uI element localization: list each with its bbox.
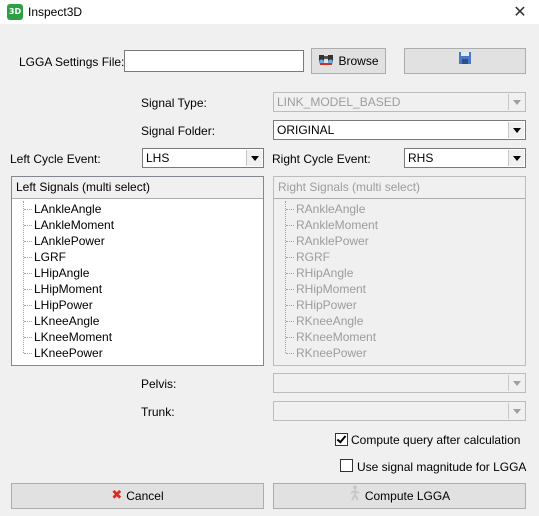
signal-type-value: LINK_MODEL_BASED — [277, 95, 401, 109]
trunk-label: Trunk: — [141, 405, 175, 419]
signal-folder-value: ORIGINAL — [277, 123, 335, 137]
title-bar: 3D Inspect3D ✕ — [0, 0, 539, 24]
left-signal-item[interactable]: LAnkleMoment — [12, 217, 263, 233]
compute-button[interactable]: Compute LGGA — [273, 483, 526, 509]
trunk-dropdown — [273, 401, 526, 421]
signal-type-dropdown: LINK_MODEL_BASED — [273, 92, 526, 112]
binoculars-icon — [318, 50, 334, 72]
floppy-disk-icon — [458, 50, 472, 72]
signal-type-label: Signal Type: — [141, 96, 207, 110]
left-cycle-dropdown[interactable]: LHS — [142, 148, 264, 168]
right-signals-tree: RAnkleAngle RAnkleMoment RAnklePower RGRF RH… — [274, 199, 525, 361]
cancel-label: Cancel — [126, 489, 164, 503]
chevron-down-icon — [508, 150, 524, 166]
pelvis-label: Pelvis: — [141, 377, 177, 391]
left-signals-tree: LAnkleAngle LAnkleMoment LAnklePower LGRF LH… — [12, 199, 263, 361]
signal-folder-dropdown[interactable]: ORIGINAL — [273, 120, 526, 140]
settings-file-label: LGGA Settings File: — [19, 55, 125, 69]
chevron-down-icon — [246, 150, 262, 166]
right-cycle-dropdown[interactable]: RHS — [404, 148, 526, 168]
left-signals-header: Left Signals (multi select) — [12, 177, 263, 199]
compute-label: Compute LGGA — [364, 489, 451, 503]
right-signal-item: RAnklePower — [274, 233, 525, 249]
left-signal-item[interactable]: LGRF — [12, 249, 263, 265]
pelvis-dropdown — [273, 373, 526, 393]
compute-query-checkbox[interactable] — [335, 433, 348, 446]
left-signal-item[interactable]: LHipMoment — [12, 281, 263, 297]
browse-label: Browse — [338, 54, 379, 68]
right-signal-item: RAnkleAngle — [274, 201, 525, 217]
right-signal-item: RHipPower — [274, 297, 525, 313]
left-signal-item[interactable]: LAnkleAngle — [12, 201, 263, 217]
browse-button[interactable]: Browse — [311, 48, 386, 74]
right-signal-item: RKneeAngle — [274, 313, 525, 329]
signal-magnitude-label: Use signal magnitude for LGGA — [357, 460, 527, 474]
chevron-down-icon — [508, 375, 524, 391]
left-signal-item[interactable]: LAnklePower — [12, 233, 263, 249]
chevron-down-icon — [508, 403, 524, 419]
left-cycle-value: LHS — [146, 151, 170, 165]
save-button[interactable] — [404, 48, 526, 74]
right-signal-item: RHipMoment — [274, 281, 525, 297]
cancel-x-icon: ✖ — [111, 488, 123, 503]
walking-figure-icon — [349, 485, 361, 508]
compute-query-label: Compute query after calculation — [351, 433, 521, 447]
close-icon[interactable]: ✕ — [509, 1, 531, 23]
left-signals-list[interactable]: Left Signals (multi select) LAnkleAngle L… — [11, 176, 264, 366]
left-signal-item[interactable]: LKneeMoment — [12, 329, 263, 345]
app-icon: 3D — [7, 4, 23, 20]
right-signal-item: RKneePower — [274, 345, 525, 361]
left-signal-item[interactable]: LHipPower — [12, 297, 263, 313]
settings-file-input[interactable] — [124, 50, 304, 72]
right-cycle-value: RHS — [408, 151, 434, 165]
right-signals-header: Right Signals (multi select) — [274, 177, 525, 199]
left-signal-item[interactable]: LKneePower — [12, 345, 263, 361]
left-signal-item[interactable]: LHipAngle — [12, 265, 263, 281]
signal-folder-label: Signal Folder: — [141, 124, 216, 138]
right-signals-list: Right Signals (multi select) RAnkleAngle… — [273, 176, 526, 366]
checkmark-icon — [336, 433, 347, 444]
chevron-down-icon — [508, 94, 524, 110]
right-signal-item: RHipAngle — [274, 265, 525, 281]
left-signal-item[interactable]: LKneeAngle — [12, 313, 263, 329]
window-title: Inspect3D — [28, 5, 83, 19]
signal-magnitude-checkbox[interactable] — [340, 459, 353, 472]
left-cycle-label: Left Cycle Event: — [10, 152, 101, 166]
chevron-down-icon — [508, 122, 524, 138]
right-signal-item: RGRF — [274, 249, 525, 265]
cancel-button[interactable]: ✖ Cancel — [11, 483, 264, 509]
right-signal-item: RAnkleMoment — [274, 217, 525, 233]
right-cycle-label: Right Cycle Event: — [272, 152, 371, 166]
right-signal-item: RKneeMoment — [274, 329, 525, 345]
